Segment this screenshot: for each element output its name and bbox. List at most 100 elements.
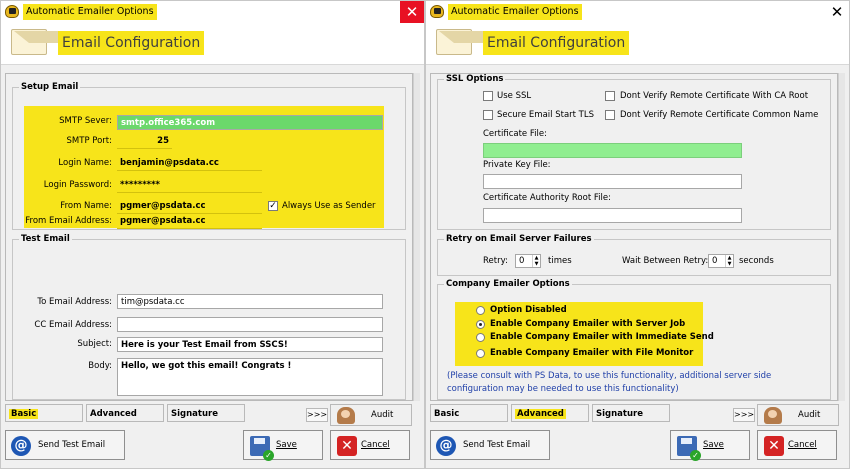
body-textarea[interactable]: Hello, we got this email! Congrats ! [117, 358, 383, 396]
cancel-label: Cancel [361, 440, 390, 450]
dont-verify-cn-checkbox[interactable] [605, 110, 615, 120]
cc-address-input[interactable] [117, 317, 383, 332]
ca-root-input[interactable] [483, 208, 742, 223]
to-address-input[interactable]: tim@psdata.cc [117, 294, 383, 309]
use-ssl-label: Use SSL [497, 91, 532, 101]
tab-advanced[interactable]: Advanced [86, 404, 164, 422]
basic-tab-panel: Setup Email SMTP Sever: smtp.office365.c… [5, 73, 413, 401]
retry-label: Retry: [483, 256, 508, 266]
times-label: times [548, 256, 572, 266]
audit-tab[interactable]: Audit [757, 404, 839, 426]
cert-file-input[interactable] [483, 143, 742, 158]
send-test-email-button[interactable]: @ Send Test Email [5, 430, 125, 460]
smtp-port-input[interactable]: 25 [117, 134, 172, 149]
file-monitor-label: Enable Company Emailer with File Monitor [490, 348, 694, 358]
file-monitor-radio[interactable] [476, 349, 485, 358]
right-options-window: Automatic Emailer Options ✕ Email Config… [425, 0, 850, 469]
app-icon [5, 5, 19, 18]
send-test-email-button[interactable]: @ Send Test Email [430, 430, 550, 460]
audit-label: Audit [798, 410, 821, 420]
save-icon [250, 436, 274, 461]
tab-basic[interactable]: Basic [5, 404, 83, 422]
envelope-icon [11, 29, 74, 55]
close-icon[interactable]: ✕ [825, 1, 849, 23]
login-password-input[interactable]: ********* [117, 178, 262, 193]
cancel-icon: ✕ [764, 436, 784, 456]
spin-arrows-icon[interactable]: ▲ ▼ [725, 255, 733, 267]
company-note: (Please consult with PS Data, to use thi… [447, 371, 772, 394]
dont-verify-ca-checkbox[interactable] [605, 91, 615, 101]
retry-stepper[interactable]: 0 ▲ ▼ [515, 254, 541, 268]
save-label: Save [703, 440, 724, 450]
wait-label: Wait Between Retry: [622, 256, 709, 266]
tab-signature[interactable]: Signature [592, 404, 670, 422]
send-test-label: Send Test Email [463, 440, 531, 450]
server-job-radio[interactable] [476, 320, 485, 329]
retry-legend: Retry on Email Server Failures [446, 234, 592, 244]
send-test-label: Send Test Email [38, 440, 106, 450]
company-emailer-legend: Company Emailer Options [446, 279, 570, 289]
tab-scroll-button[interactable]: >>> [306, 408, 328, 422]
tab-label: Advanced [90, 409, 137, 419]
smtp-server-input[interactable]: smtp.office365.com [117, 115, 383, 130]
save-button[interactable]: Save [670, 430, 750, 461]
retry-group: Retry on Email Server Failures [437, 234, 831, 276]
from-address-input[interactable]: pgmer@psdata.cc [117, 214, 262, 229]
window-title: Automatic Emailer Options [23, 4, 157, 20]
tab-label: Basic [434, 409, 460, 419]
auditor-icon [764, 407, 782, 424]
login-name-input[interactable]: benjamin@psdata.cc [117, 156, 262, 171]
cancel-icon: ✕ [337, 436, 357, 456]
tab-scroll-button[interactable]: >>> [733, 408, 755, 422]
right-titlebar: Automatic Emailer Options ✕ [426, 1, 849, 23]
body-label: Body: [88, 361, 112, 371]
wait-stepper[interactable]: 0 ▲ ▼ [708, 254, 734, 268]
panel-scrollbar[interactable] [838, 73, 845, 401]
auditor-icon [337, 407, 355, 424]
dont-verify-cn-label: Dont Verify Remote Certificate Common Na… [620, 110, 819, 120]
ssl-options-legend: SSL Options [446, 74, 504, 84]
envelope-icon [436, 29, 499, 55]
secure-tls-checkbox[interactable] [483, 110, 493, 120]
immediate-send-radio[interactable] [476, 333, 485, 342]
at-sign-icon: @ [11, 436, 31, 456]
ca-root-label: Certificate Authority Root File: [483, 193, 611, 203]
secure-tls-label: Secure Email Start TLS [497, 110, 594, 120]
login-password-label: Login Password: [43, 180, 112, 190]
window-title: Automatic Emailer Options [448, 4, 582, 20]
cert-file-label: Certificate File: [483, 129, 547, 139]
retry-value: 0 [519, 256, 525, 266]
immediate-send-label: Enable Company Emailer with Immediate Se… [490, 332, 714, 342]
test-email-legend: Test Email [21, 234, 70, 244]
cc-address-label: CC Email Address: [34, 320, 112, 330]
always-sender-checkbox[interactable]: ✓ [268, 201, 278, 211]
use-ssl-checkbox[interactable] [483, 91, 493, 101]
option-disabled-radio[interactable] [476, 306, 485, 315]
from-name-input[interactable]: pgmer@psdata.cc [117, 199, 262, 214]
left-header: Email Configuration [1, 23, 424, 65]
tab-basic[interactable]: Basic [430, 404, 508, 422]
spin-arrows-icon[interactable]: ▲ ▼ [532, 255, 540, 267]
subject-input[interactable]: Here is your Test Email from SSCS! [117, 337, 383, 352]
server-job-label: Enable Company Emailer with Server Job [490, 319, 686, 329]
panel-scrollbar[interactable] [413, 73, 420, 401]
private-key-label: Private Key File: [483, 160, 551, 170]
page-title: Email Configuration [483, 31, 630, 55]
subject-label: Subject: [77, 339, 112, 349]
app-icon [430, 5, 444, 18]
audit-label: Audit [371, 410, 394, 420]
tab-advanced[interactable]: Advanced [511, 404, 589, 422]
tab-signature[interactable]: Signature [167, 404, 245, 422]
always-sender-label: Always Use as Sender [282, 201, 376, 211]
save-icon [677, 436, 701, 461]
private-key-input[interactable] [483, 174, 742, 189]
to-address-label: To Email Address: [37, 297, 112, 307]
save-button[interactable]: Save [243, 430, 323, 461]
cancel-button[interactable]: ✕ Cancel [330, 430, 410, 460]
tab-label: Basic [9, 409, 39, 419]
cancel-button[interactable]: ✕ Cancel [757, 430, 837, 460]
close-icon[interactable]: ✕ [400, 1, 424, 23]
right-header: Email Configuration [426, 23, 849, 65]
audit-tab[interactable]: Audit [330, 404, 412, 426]
left-options-window: Automatic Emailer Options ✕ Email Config… [0, 0, 425, 469]
